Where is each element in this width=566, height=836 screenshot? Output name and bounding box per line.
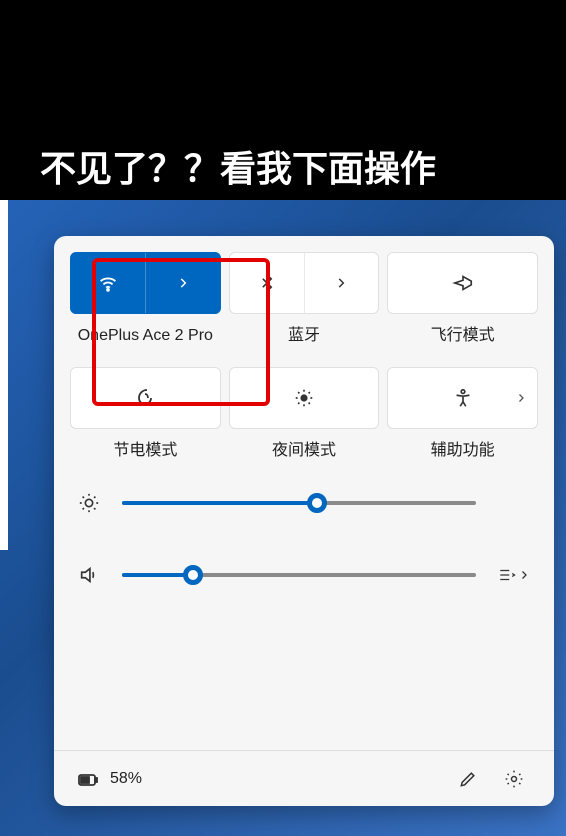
battery-icon [76,767,100,791]
wifi-tile-group: OnePlus Ace 2 Pro [70,252,221,347]
night-mode-tile-group: 夜间模式 [229,367,380,462]
accessibility-icon [452,387,474,409]
volume-slider-row [70,564,538,586]
battery-saver-tile-group: 节电模式 [70,367,221,462]
accessibility-label: 辅助功能 [431,441,495,462]
tiles-row-1: OnePlus Ace 2 Pro 蓝牙 飞行模式 [70,252,538,347]
accessibility-tile[interactable] [387,367,538,429]
audio-output-expand[interactable] [494,566,534,584]
volume-slider[interactable] [122,573,476,577]
battery-saver-label: 节电模式 [113,441,177,462]
night-mode-icon [293,387,315,409]
chevron-right-icon [515,392,527,404]
video-caption: 不见了？？看我下面操作 [40,140,436,192]
brightness-slider-row [70,492,538,514]
gear-icon [504,769,524,789]
wifi-tile[interactable] [70,252,221,314]
chevron-right-icon [176,276,190,290]
airplane-tile-group: 飞行模式 [387,252,538,347]
brightness-fill [122,501,317,505]
settings-button[interactable] [496,761,532,797]
brightness-thumb[interactable] [307,493,327,513]
battery-saver-tile[interactable] [70,367,221,429]
bluetooth-expand[interactable] [305,253,379,313]
desktop-window-edge [0,200,8,550]
panel-bottom-bar: 58% [54,750,554,806]
quick-settings-panel: OnePlus Ace 2 Pro 蓝牙 飞行模式 [54,236,554,806]
airplane-label: 飞行模式 [431,326,495,347]
wifi-toggle[interactable] [71,253,146,313]
chevron-right-icon [518,569,530,581]
wifi-label: OnePlus Ace 2 Pro [78,326,213,347]
airplane-icon [452,272,474,294]
edit-button[interactable] [450,761,486,797]
volume-icon [78,564,100,586]
battery-percent: 58% [110,770,142,788]
tiles-row-2: 节电模式 夜间模式 辅助功能 [70,367,538,462]
pencil-icon [458,769,478,789]
chevron-right-icon [334,276,348,290]
wifi-expand[interactable] [146,253,220,313]
brightness-slider[interactable] [122,501,476,505]
audio-output-icon [498,566,516,584]
bluetooth-tile-group: 蓝牙 [229,252,380,347]
bluetooth-icon [257,273,277,293]
night-mode-tile[interactable] [229,367,380,429]
volume-thumb[interactable] [183,565,203,585]
airplane-tile[interactable] [387,252,538,314]
bluetooth-label: 蓝牙 [288,326,320,347]
accessibility-tile-group: 辅助功能 [387,367,538,462]
battery-saver-icon [133,386,157,410]
bluetooth-toggle[interactable] [230,253,305,313]
brightness-icon [78,492,100,514]
wifi-icon [97,272,119,294]
bluetooth-tile[interactable] [229,252,380,314]
sliders-section [70,492,538,586]
night-mode-label: 夜间模式 [272,441,336,462]
